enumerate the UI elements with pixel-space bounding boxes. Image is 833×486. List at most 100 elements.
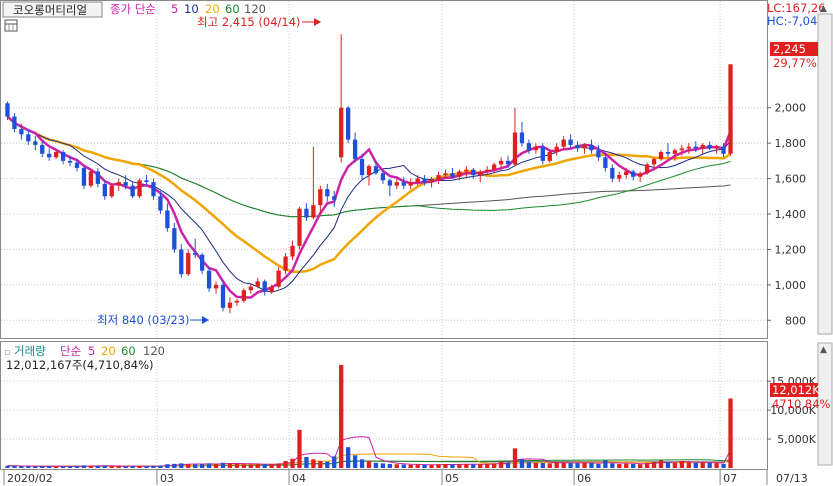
candle-body — [610, 167, 615, 179]
candle-body — [116, 182, 121, 186]
candle-body — [276, 270, 281, 287]
volume-bar — [380, 463, 386, 468]
candle — [206, 267, 212, 292]
volume-bar — [206, 463, 212, 468]
candle-body — [206, 270, 212, 289]
volume-bar — [109, 466, 114, 468]
candle-body — [589, 144, 594, 151]
candle-body — [123, 182, 128, 186]
volume-bar — [540, 463, 545, 468]
candle — [547, 150, 552, 163]
volume-bar — [40, 466, 45, 468]
candle-body — [373, 166, 379, 174]
candle-body — [255, 281, 260, 287]
candle-body — [721, 146, 726, 154]
volume-bar — [193, 464, 198, 468]
volume-bar — [498, 461, 504, 468]
volume-bar — [81, 465, 87, 468]
volume-bar — [262, 464, 267, 468]
candle-body — [345, 107, 351, 140]
candle-body — [81, 167, 87, 186]
candle-body — [297, 208, 302, 246]
ma-period-120: 120 — [244, 2, 266, 16]
volume-bar — [276, 463, 281, 468]
volume-bar — [575, 463, 580, 468]
candle — [644, 162, 650, 176]
scroll-up-arrow-icon[interactable]: ▲ — [820, 4, 827, 14]
candle-body — [12, 116, 17, 129]
collapse-icon[interactable]: ▫ — [4, 348, 10, 358]
price-tick-label: 1,800 — [775, 137, 807, 150]
candle-body — [512, 132, 518, 165]
volume-bar — [457, 464, 462, 468]
volume-bar — [283, 461, 288, 468]
candle-body — [457, 171, 462, 177]
candle-body — [304, 208, 309, 218]
candle-body — [679, 148, 685, 151]
date-tick-label: 07 — [723, 472, 737, 485]
candle-body — [88, 171, 94, 186]
price-badge-value: 2,245 — [773, 42, 806, 56]
window-icon[interactable] — [4, 19, 18, 32]
candle-body — [394, 182, 399, 186]
candle-body — [624, 171, 629, 176]
volume-title: 거래량 — [14, 344, 46, 358]
volume-bar — [186, 463, 191, 468]
candle-body — [686, 146, 691, 149]
volume-bar — [234, 463, 240, 468]
candle-body — [422, 178, 427, 183]
candle-body — [415, 178, 420, 183]
volume-bar — [325, 461, 330, 468]
candle-body — [60, 152, 66, 161]
candle-body — [651, 159, 657, 165]
volume-bar — [512, 448, 518, 468]
price-ma-label: 종가 단순 — [110, 2, 156, 16]
volume-scroll-up-icon[interactable]: ▲ — [820, 345, 827, 355]
candle-body — [700, 144, 705, 149]
volume-bar — [464, 463, 469, 468]
volume-bar — [436, 464, 441, 468]
volume-bar — [130, 466, 135, 468]
candle-body — [220, 284, 226, 308]
volume-bar — [151, 465, 156, 468]
volume-bar — [53, 466, 59, 468]
candle-body — [665, 152, 671, 154]
price-axis: 800 1,000 1,200 1,400 1,600 1,800 2,000 — [767, 102, 807, 327]
volume-bar — [199, 464, 205, 468]
volume-bar — [485, 463, 490, 468]
volume-ma-label: 단순 — [60, 344, 81, 358]
date-end-label: 07/13 — [776, 472, 808, 485]
candle-body — [540, 146, 545, 161]
volume-bar — [352, 455, 358, 468]
right-scrollbar-track[interactable] — [817, 13, 833, 335]
candle — [109, 183, 114, 199]
volume-bar — [297, 429, 302, 468]
candle-body — [172, 228, 177, 250]
candle-body — [505, 160, 511, 165]
volume-bar — [721, 463, 726, 468]
volume-bar — [394, 464, 399, 468]
volume-bar — [714, 463, 719, 468]
candle-body — [269, 286, 274, 292]
volume-bar — [478, 464, 483, 468]
volume-bar — [60, 466, 66, 468]
volume-bar — [387, 463, 393, 468]
price-badge: 2,245 29,77% — [770, 42, 818, 70]
volume-bar — [596, 463, 601, 468]
volume-bar — [707, 462, 712, 468]
candle — [345, 105, 351, 144]
candle-body — [575, 144, 580, 149]
volume-bar — [102, 465, 107, 468]
candle-body — [561, 139, 566, 147]
volume-bar — [26, 466, 31, 468]
volume-badge-change: 4710,84% — [772, 397, 831, 411]
volume-bar — [339, 364, 344, 468]
volume-bar — [213, 463, 219, 468]
candle — [186, 249, 191, 276]
candle-body — [603, 157, 608, 168]
candle-body — [387, 180, 393, 186]
candle-body — [380, 173, 386, 181]
volume-ma-120: 120 — [143, 344, 165, 358]
candle-body — [533, 146, 539, 151]
volume-bar — [144, 466, 149, 468]
